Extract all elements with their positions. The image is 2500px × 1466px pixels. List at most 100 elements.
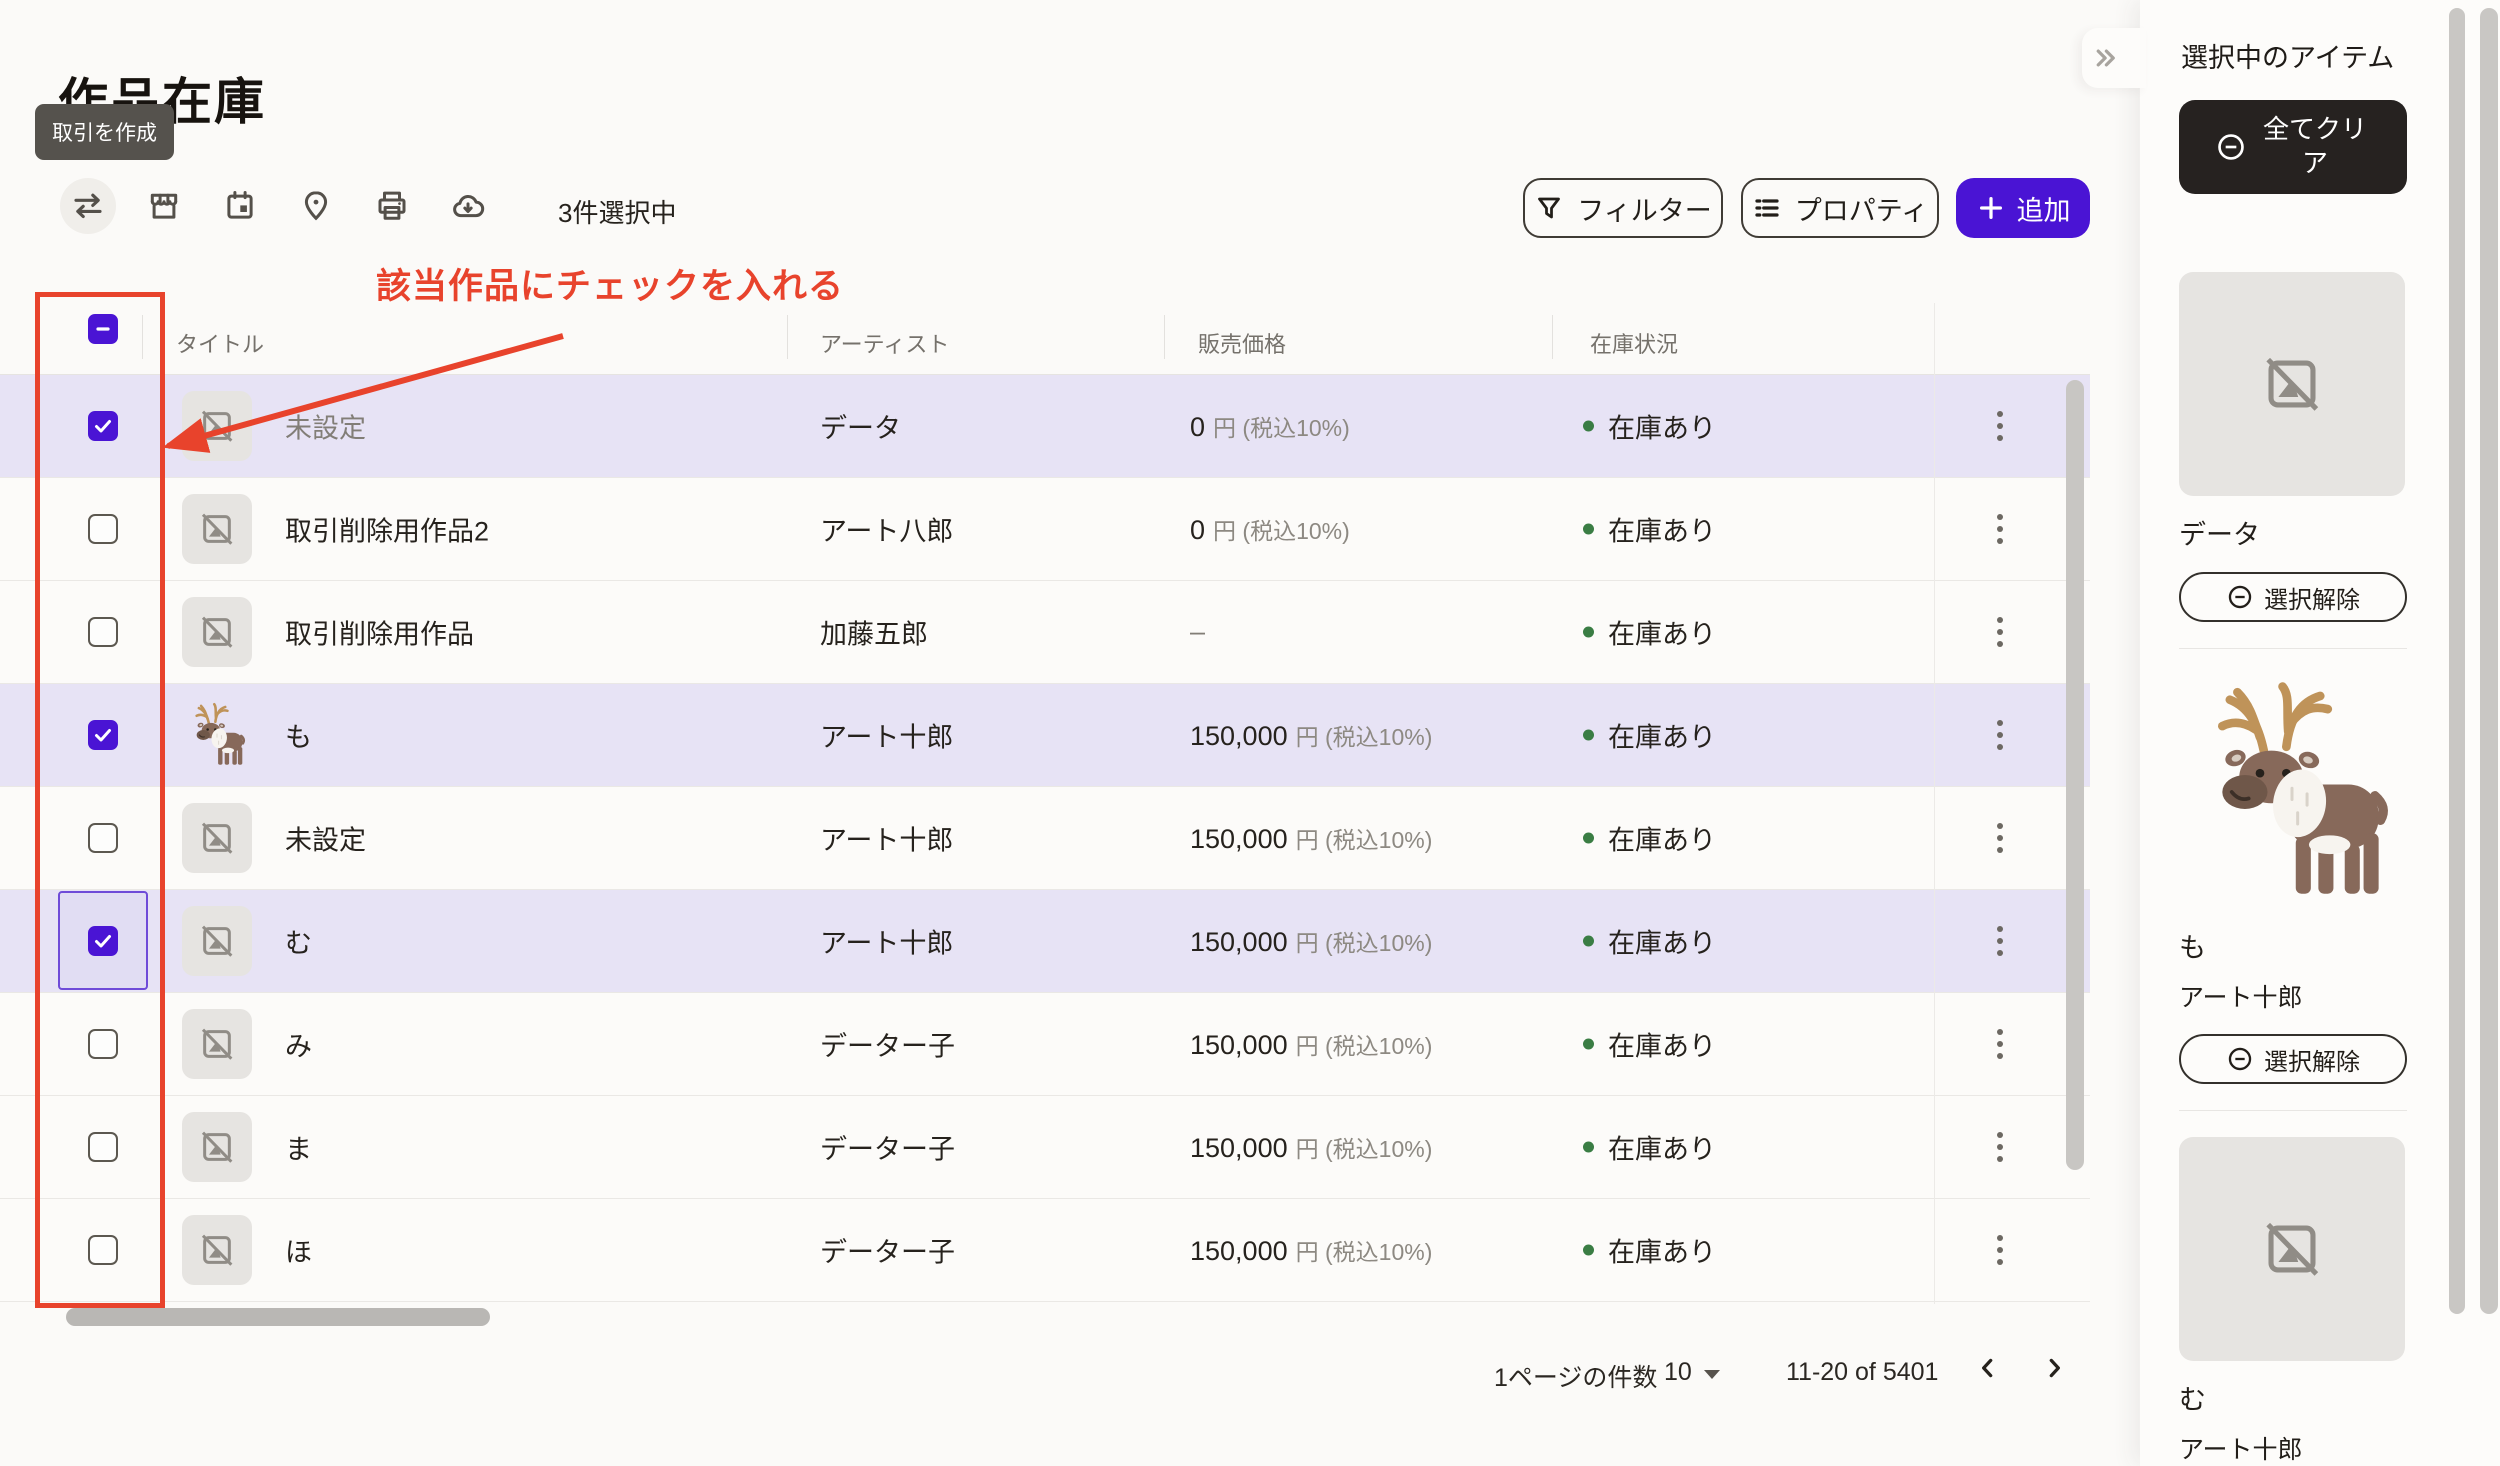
price-amount: 150,000 [1190,927,1288,957]
row-checkbox[interactable] [88,1029,118,1059]
table-row[interactable]: 取引削除用作品 加藤五郎 – 在庫あり [0,581,2090,684]
previous-page-button[interactable] [1964,1344,2012,1392]
kebab-dot [1997,1247,2003,1253]
cell-artist: データー子 [820,1128,955,1167]
per-page-select[interactable]: 10 [1664,1358,1720,1387]
row-menu-button[interactable] [1984,1022,2016,1066]
properties-button[interactable]: プロパティ [1741,178,1939,238]
row-menu-button[interactable] [1984,1228,2016,1272]
kebab-dot [1997,538,2003,544]
table-row[interactable]: 取引削除用作品2アート八郎0円 (税込10%)在庫あり [0,478,2090,581]
table-row[interactable]: もアート十郎150,000円 (税込10%)在庫あり [0,684,2090,787]
cell-stock: 在庫あり [1583,1231,1716,1270]
deselect-button[interactable]: 選択解除 [2179,1034,2407,1084]
toolbar-button-calendar[interactable] [212,178,268,234]
row-checkbox[interactable] [88,514,118,544]
cell-artist: データー子 [820,1025,955,1064]
row-menu-button[interactable] [1984,713,2016,757]
price-amount: – [1190,617,1205,647]
kebab-dot [1997,744,2003,750]
sidebar-scrollbar[interactable] [2449,8,2465,1314]
selected-item-artist: アート十郎 [2179,1430,2407,1466]
minus-circle-icon [2226,1045,2254,1073]
sidebar-collapse-button[interactable] [2082,28,2146,88]
kebab-dot [1997,720,2003,726]
table-row[interactable]: 未設定アート十郎150,000円 (税込10%)在庫あり [0,787,2090,890]
row-menu-button[interactable] [1984,1125,2016,1169]
cell-title: 取引削除用作品2 [285,510,489,549]
no-image-thumbnail [182,494,252,564]
reindeer-image [184,702,250,768]
cell-stock: 在庫あり [1583,1128,1716,1167]
price-tax-suffix: 円 (税込10%) [1213,518,1350,544]
row-checkbox[interactable] [88,1235,118,1265]
cell-price: 150,000円 (税込10%) [1190,821,1432,855]
price-amount: 0 [1190,515,1205,545]
minus-circle-icon [2215,131,2247,163]
table-row[interactable]: 未設定データ0円 (税込10%)在庫あり [0,375,2090,478]
table-horizontal-scrollbar[interactable] [66,1308,490,1326]
selected-items-sidebar: 選択中のアイテム 全てクリア データ選択解除もアート十郎選択解除むアート十郎選択… [2140,0,2500,1466]
no-image-thumbnail [182,906,252,976]
no-image-thumbnail [182,391,252,461]
toolbar-button-swap-arrows[interactable] [60,178,116,234]
kebab-dot [1997,617,2003,623]
column-header-title[interactable]: タイトル [176,327,264,359]
kebab-dot [1997,526,2003,532]
kebab-dot [1997,1053,2003,1059]
no-image-icon [2258,350,2326,418]
no-image-icon [197,921,237,961]
clear-all-button[interactable]: 全てクリア [2179,100,2407,194]
no-image-icon [197,509,237,549]
deselect-button[interactable]: 選択解除 [2179,572,2407,622]
window-scrollbar[interactable] [2480,8,2498,1314]
row-checkbox[interactable] [88,1132,118,1162]
toolbar-button-store[interactable] [136,178,192,234]
indeterminate-icon [91,317,115,341]
column-header-artist[interactable]: アーティスト [820,327,949,359]
cell-stock: 在庫あり [1583,613,1716,652]
price-amount: 0 [1190,412,1205,442]
table-row[interactable]: むアート十郎150,000円 (税込10%)在庫あり [0,890,2090,993]
row-menu-button[interactable] [1984,816,2016,860]
deselect-button-label: 選択解除 [2264,580,2360,615]
select-all-checkbox[interactable] [88,314,118,344]
price-tax-suffix: 円 (税込10%) [1296,724,1433,750]
price-amount: 150,000 [1190,1236,1288,1266]
toolbar-button-cloud-download[interactable] [440,178,496,234]
funnel-icon [1534,193,1564,223]
row-menu-button[interactable] [1984,610,2016,654]
table-row[interactable]: みデーター子150,000円 (税込10%)在庫あり [0,993,2090,1096]
kebab-dot [1997,514,2003,520]
minus-circle-icon [2226,583,2254,611]
row-menu-button[interactable] [1984,507,2016,551]
row-checkbox[interactable] [88,617,118,647]
column-header-stock[interactable]: 在庫状況 [1590,327,1678,359]
toolbar-button-location-pin[interactable] [288,178,344,234]
kebab-dot [1997,847,2003,853]
sidebar-title: 選択中のアイテム [2181,36,2394,75]
table-row[interactable]: まデーター子150,000円 (税込10%)在庫あり [0,1096,2090,1199]
row-checkbox[interactable] [88,720,118,750]
cell-artist: 加藤五郎 [820,613,928,652]
add-button[interactable]: 追加 [1956,178,2090,238]
next-page-button[interactable] [2030,1344,2078,1392]
cell-title: 取引削除用作品 [285,613,474,652]
row-menu-button[interactable] [1984,919,2016,963]
row-menu-button[interactable] [1984,404,2016,448]
cell-price: 150,000円 (税込10%) [1190,1233,1432,1267]
swap-arrows-icon [70,188,106,224]
cell-artist: アート十郎 [820,922,953,961]
column-header-price[interactable]: 販売価格 [1198,327,1286,359]
filter-button[interactable]: フィルター [1523,178,1723,238]
toolbar-button-printer[interactable] [364,178,420,234]
kebab-dot [1997,629,2003,635]
cell-price: – [1190,617,1205,648]
selected-item-card: むアート十郎選択解除 [2179,1137,2407,1466]
table-row[interactable]: ほデーター子150,000円 (税込10%)在庫あり [0,1199,2090,1302]
row-checkbox[interactable] [88,823,118,853]
bulk-action-toolbar [60,178,496,234]
row-checkbox[interactable] [88,411,118,441]
row-checkbox[interactable] [88,926,118,956]
table-vertical-scrollbar[interactable] [2066,380,2084,1170]
